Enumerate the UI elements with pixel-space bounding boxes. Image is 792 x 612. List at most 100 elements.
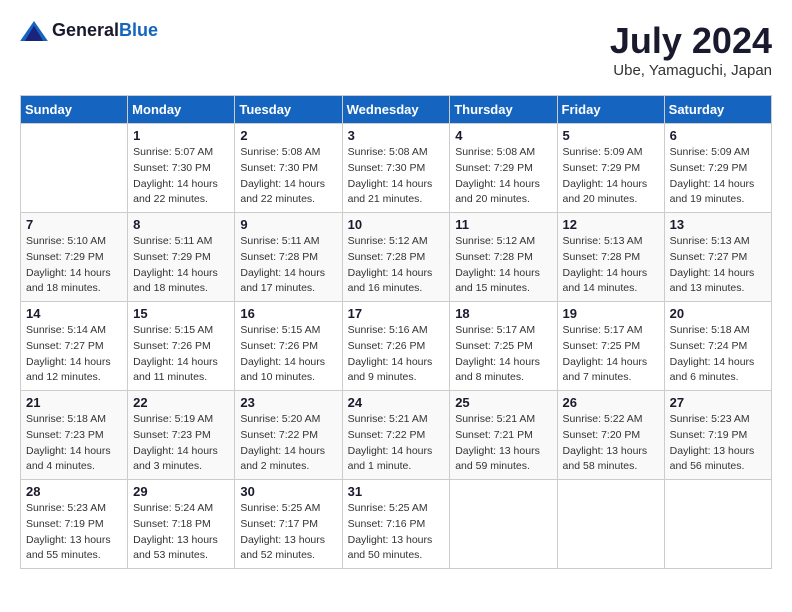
day-number: 31 xyxy=(348,484,445,499)
weekday-header-row: SundayMondayTuesdayWednesdayThursdayFrid… xyxy=(21,96,772,124)
calendar-cell: 22Sunrise: 5:19 AMSunset: 7:23 PMDayligh… xyxy=(128,391,235,480)
day-number: 6 xyxy=(670,128,766,143)
day-info: Sunrise: 5:13 AMSunset: 7:27 PMDaylight:… xyxy=(670,234,766,297)
logo-blue: Blue xyxy=(119,20,158,40)
day-number: 21 xyxy=(26,395,122,410)
day-number: 5 xyxy=(563,128,659,143)
day-info: Sunrise: 5:18 AMSunset: 7:24 PMDaylight:… xyxy=(670,323,766,386)
day-number: 10 xyxy=(348,217,445,232)
day-info: Sunrise: 5:08 AMSunset: 7:30 PMDaylight:… xyxy=(240,145,336,208)
day-info: Sunrise: 5:20 AMSunset: 7:22 PMDaylight:… xyxy=(240,412,336,475)
calendar-cell: 6Sunrise: 5:09 AMSunset: 7:29 PMDaylight… xyxy=(664,124,771,213)
calendar-cell: 30 Sunrise: 5:25 AMSunset: 7:17 PMDayligh… xyxy=(235,480,342,569)
calendar-cell: 10Sunrise: 5:12 AMSunset: 7:28 PMDayligh… xyxy=(342,213,450,302)
calendar-cell: 1 Sunrise: 5:07 AMSunset: 7:30 PMDaylight… xyxy=(128,124,235,213)
calendar-cell: 12 Sunrise: 5:13 AMSunset: 7:28 PMDayligh… xyxy=(557,213,664,302)
calendar-cell: 16 Sunrise: 5:15 AMSunset: 7:26 PMDayligh… xyxy=(235,302,342,391)
calendar-cell: 27 Sunrise: 5:23 AMSunset: 7:19 PMDayligh… xyxy=(664,391,771,480)
day-info: Sunrise: 5:25 AMSunset: 7:16 PMDaylight:… xyxy=(348,501,445,564)
location: Ube, Yamaguchi, Japan xyxy=(610,62,772,79)
calendar-table: SundayMondayTuesdayWednesdayThursdayFrid… xyxy=(20,95,772,569)
calendar-cell: 15 Sunrise: 5:15 AMSunset: 7:26 PMDayligh… xyxy=(128,302,235,391)
calendar-cell: 17 Sunrise: 5:16 AMSunset: 7:26 PMDayligh… xyxy=(342,302,450,391)
logo-general: General xyxy=(52,20,119,40)
day-info: Sunrise: 5:25 AMSunset: 7:17 PMDaylight:… xyxy=(240,501,336,564)
calendar-cell: 18 Sunrise: 5:17 AMSunset: 7:25 PMDayligh… xyxy=(450,302,557,391)
day-info: Sunrise: 5:15 AMSunset: 7:26 PMDaylight:… xyxy=(240,323,336,386)
calendar-cell: 9 Sunrise: 5:11 AMSunset: 7:28 PMDaylight… xyxy=(235,213,342,302)
weekday-header-thursday: Thursday xyxy=(450,96,557,124)
day-number: 17 xyxy=(348,306,445,321)
day-info: Sunrise: 5:23 AMSunset: 7:19 PMDaylight:… xyxy=(670,412,766,475)
day-number: 27 xyxy=(670,395,766,410)
logo-text: GeneralBlue xyxy=(52,20,158,41)
week-row-5: 28 Sunrise: 5:23 AMSunset: 7:19 PMDayligh… xyxy=(21,480,772,569)
calendar-cell: 8Sunrise: 5:11 AMSunset: 7:29 PMDaylight… xyxy=(128,213,235,302)
day-number: 29 xyxy=(133,484,229,499)
calendar-cell: 24 Sunrise: 5:21 AMSunset: 7:22 PMDayligh… xyxy=(342,391,450,480)
day-info: Sunrise: 5:21 AMSunset: 7:21 PMDaylight:… xyxy=(455,412,551,475)
day-number: 16 xyxy=(240,306,336,321)
day-info: Sunrise: 5:11 AMSunset: 7:29 PMDaylight:… xyxy=(133,234,229,297)
day-number: 23 xyxy=(240,395,336,410)
day-number: 30 xyxy=(240,484,336,499)
title-block: July 2024 Ube, Yamaguchi, Japan xyxy=(610,20,772,79)
day-info: Sunrise: 5:13 AMSunset: 7:28 PMDaylight:… xyxy=(563,234,659,297)
day-number: 3 xyxy=(348,128,445,143)
calendar-cell: 7Sunrise: 5:10 AMSunset: 7:29 PMDaylight… xyxy=(21,213,128,302)
day-info: Sunrise: 5:08 AMSunset: 7:29 PMDaylight:… xyxy=(455,145,551,208)
weekday-header-saturday: Saturday xyxy=(664,96,771,124)
calendar-cell xyxy=(21,124,128,213)
day-info: Sunrise: 5:11 AMSunset: 7:28 PMDaylight:… xyxy=(240,234,336,297)
week-row-3: 14Sunrise: 5:14 AMSunset: 7:27 PMDayligh… xyxy=(21,302,772,391)
day-number: 9 xyxy=(240,217,336,232)
day-info: Sunrise: 5:23 AMSunset: 7:19 PMDaylight:… xyxy=(26,501,122,564)
day-number: 25 xyxy=(455,395,551,410)
calendar-cell: 21 Sunrise: 5:18 AMSunset: 7:23 PMDayligh… xyxy=(21,391,128,480)
day-number: 15 xyxy=(133,306,229,321)
day-number: 12 xyxy=(563,217,659,232)
calendar-cell xyxy=(664,480,771,569)
day-info: Sunrise: 5:08 AMSunset: 7:30 PMDaylight:… xyxy=(348,145,445,208)
day-number: 18 xyxy=(455,306,551,321)
calendar-cell xyxy=(450,480,557,569)
day-number: 26 xyxy=(563,395,659,410)
day-number: 7 xyxy=(26,217,122,232)
weekday-header-tuesday: Tuesday xyxy=(235,96,342,124)
day-number: 11 xyxy=(455,217,551,232)
day-info: Sunrise: 5:12 AMSunset: 7:28 PMDaylight:… xyxy=(455,234,551,297)
weekday-header-sunday: Sunday xyxy=(21,96,128,124)
weekday-header-monday: Monday xyxy=(128,96,235,124)
day-number: 1 xyxy=(133,128,229,143)
day-number: 24 xyxy=(348,395,445,410)
page-header: GeneralBlue July 2024 Ube, Yamaguchi, Ja… xyxy=(20,20,772,79)
day-info: Sunrise: 5:21 AMSunset: 7:22 PMDaylight:… xyxy=(348,412,445,475)
calendar-cell: 2 Sunrise: 5:08 AMSunset: 7:30 PMDaylight… xyxy=(235,124,342,213)
day-info: Sunrise: 5:18 AMSunset: 7:23 PMDaylight:… xyxy=(26,412,122,475)
day-number: 20 xyxy=(670,306,766,321)
calendar-cell: 28 Sunrise: 5:23 AMSunset: 7:19 PMDayligh… xyxy=(21,480,128,569)
day-info: Sunrise: 5:15 AMSunset: 7:26 PMDaylight:… xyxy=(133,323,229,386)
calendar-cell: 3 Sunrise: 5:08 AMSunset: 7:30 PMDaylight… xyxy=(342,124,450,213)
day-number: 2 xyxy=(240,128,336,143)
calendar-cell: 31 Sunrise: 5:25 AMSunset: 7:16 PMDayligh… xyxy=(342,480,450,569)
week-row-1: 1 Sunrise: 5:07 AMSunset: 7:30 PMDaylight… xyxy=(21,124,772,213)
month-year: July 2024 xyxy=(610,20,772,62)
day-info: Sunrise: 5:17 AMSunset: 7:25 PMDaylight:… xyxy=(563,323,659,386)
calendar-cell: 14Sunrise: 5:14 AMSunset: 7:27 PMDayligh… xyxy=(21,302,128,391)
day-number: 28 xyxy=(26,484,122,499)
logo: GeneralBlue xyxy=(20,20,158,41)
day-info: Sunrise: 5:16 AMSunset: 7:26 PMDaylight:… xyxy=(348,323,445,386)
calendar-cell: 29Sunrise: 5:24 AMSunset: 7:18 PMDayligh… xyxy=(128,480,235,569)
calendar-cell: 23 Sunrise: 5:20 AMSunset: 7:22 PMDayligh… xyxy=(235,391,342,480)
day-info: Sunrise: 5:07 AMSunset: 7:30 PMDaylight:… xyxy=(133,145,229,208)
day-number: 22 xyxy=(133,395,229,410)
day-info: Sunrise: 5:09 AMSunset: 7:29 PMDaylight:… xyxy=(563,145,659,208)
day-number: 4 xyxy=(455,128,551,143)
week-row-2: 7Sunrise: 5:10 AMSunset: 7:29 PMDaylight… xyxy=(21,213,772,302)
calendar-cell: 13Sunrise: 5:13 AMSunset: 7:27 PMDayligh… xyxy=(664,213,771,302)
day-info: Sunrise: 5:17 AMSunset: 7:25 PMDaylight:… xyxy=(455,323,551,386)
day-info: Sunrise: 5:14 AMSunset: 7:27 PMDaylight:… xyxy=(26,323,122,386)
calendar-cell: 4 Sunrise: 5:08 AMSunset: 7:29 PMDaylight… xyxy=(450,124,557,213)
generalblue-logo-icon xyxy=(20,21,48,41)
